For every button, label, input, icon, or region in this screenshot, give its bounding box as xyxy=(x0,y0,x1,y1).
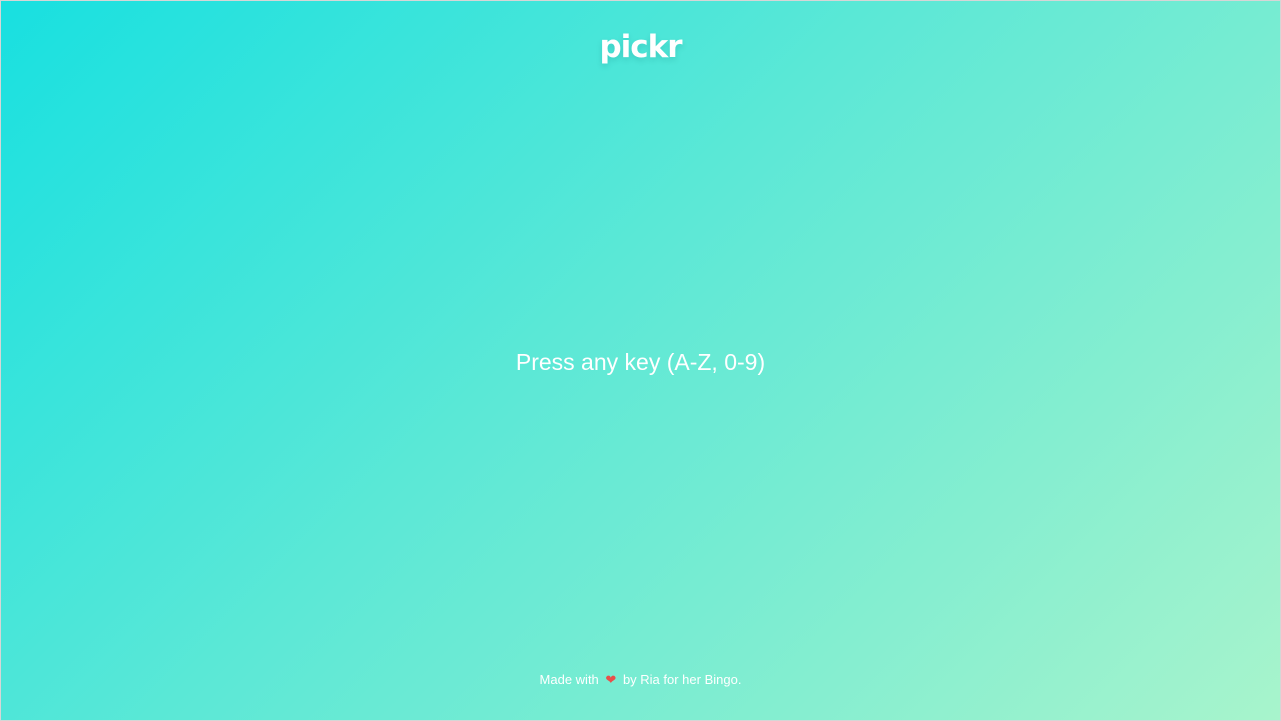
heart-icon: ❤ xyxy=(605,672,617,687)
key-prompt: Press any key (A-Z, 0-9) xyxy=(515,349,766,375)
footer-prefix: Made with xyxy=(539,672,599,687)
footer: Made with ❤ by Ria for her Bingo. xyxy=(1,671,1280,689)
footer-suffix: by Ria for her Bingo. xyxy=(622,672,742,687)
logo-text: Pickr xyxy=(599,29,682,65)
app-logo: Pickr xyxy=(1,27,1280,67)
